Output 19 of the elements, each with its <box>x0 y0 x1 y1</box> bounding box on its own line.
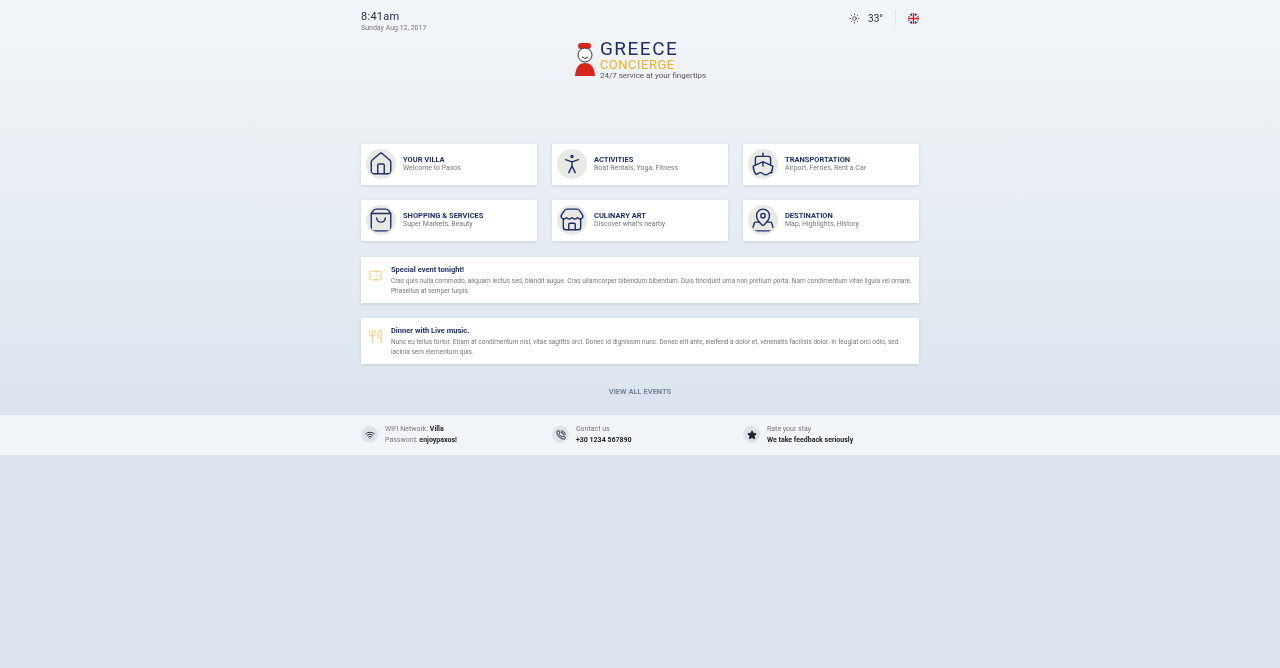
event-card[interactable] <box>361 317 919 364</box>
utensils-icon <box>368 328 383 344</box>
house-icon <box>366 149 396 179</box>
map-pin-icon <box>748 205 778 235</box>
logo-title: GREECE <box>599 38 680 58</box>
event-card[interactable] <box>361 256 919 303</box>
ship-icon <box>748 149 778 179</box>
concierge-mascot-icon <box>573 42 596 77</box>
shopping-bag-icon <box>366 205 396 235</box>
logo-tagline: 24/7 service at your fingertips <box>599 70 707 81</box>
clock-time: 8:41am <box>361 10 401 24</box>
logo-subtitle: CONCIERGE <box>599 57 676 71</box>
wifi-icon <box>361 426 378 444</box>
storefront-icon <box>557 205 587 235</box>
temperature-text: 33° <box>868 11 883 26</box>
flag-icon[interactable] <box>908 12 919 24</box>
sun-icon <box>849 12 860 24</box>
phone-icon <box>552 426 569 444</box>
ticket-icon <box>368 267 383 283</box>
